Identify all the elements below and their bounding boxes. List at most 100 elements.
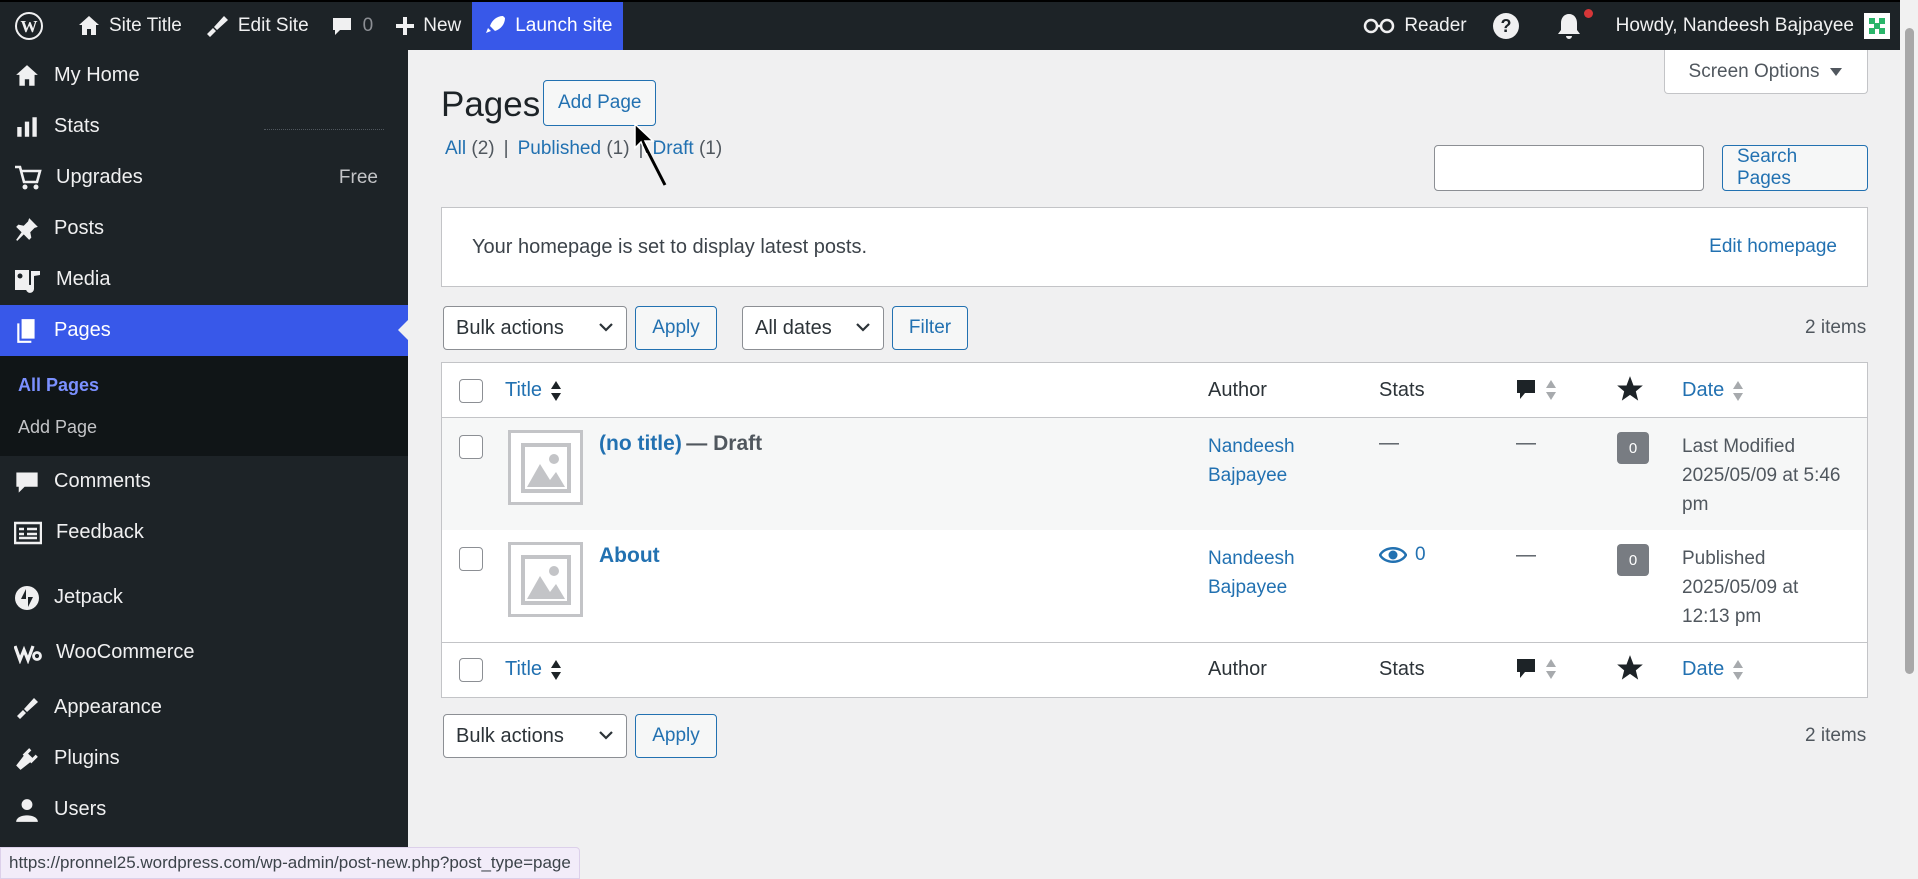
author-link[interactable]: Nandeesh Bajpayee bbox=[1208, 548, 1295, 598]
filter-button[interactable]: Filter bbox=[892, 306, 968, 350]
pages-table: Title Author Stats Date (no title) — Dra… bbox=[441, 362, 1868, 698]
cart-icon bbox=[15, 165, 42, 189]
sidebar-item-stats[interactable]: Stats bbox=[0, 101, 408, 152]
page-title-link[interactable]: About bbox=[599, 544, 660, 567]
launch-site-label: Launch site bbox=[515, 15, 613, 36]
sort-arrows-icon bbox=[551, 659, 562, 680]
column-comments-footer[interactable] bbox=[1515, 657, 1557, 681]
column-date-header[interactable]: Date bbox=[1682, 379, 1744, 402]
column-title-header[interactable]: Title bbox=[505, 379, 562, 402]
author-cell: Nandeesh Bajpayee bbox=[1208, 432, 1295, 490]
edit-site-label: Edit Site bbox=[237, 15, 309, 36]
notifications-button[interactable] bbox=[1542, 2, 1604, 50]
new-content-button[interactable]: New bbox=[384, 2, 472, 50]
apply-button-top[interactable]: Apply bbox=[635, 306, 717, 350]
page-scrollbar[interactable] bbox=[1900, 0, 1918, 879]
page-state: — Draft bbox=[686, 432, 763, 455]
stats-sparkline bbox=[264, 129, 384, 130]
row-checkbox[interactable] bbox=[459, 547, 483, 571]
filter-published[interactable]: Published (1) bbox=[518, 138, 630, 160]
sidebar-item-posts[interactable]: Posts bbox=[0, 203, 408, 254]
column-comments-header[interactable] bbox=[1515, 378, 1557, 402]
sidebar-item-label: Comments bbox=[54, 470, 151, 492]
sidebar-item-label: My Home bbox=[54, 64, 140, 86]
site-title-label: Site Title bbox=[109, 15, 182, 36]
edit-site-link[interactable]: Edit Site bbox=[193, 2, 320, 50]
sidebar-item-pages[interactable]: Pages bbox=[0, 305, 408, 356]
sidebar-item-label: Jetpack bbox=[54, 586, 123, 608]
page-thumbnail bbox=[508, 542, 583, 617]
table-header: Title Author Stats Date bbox=[442, 363, 1867, 418]
all-dates-select[interactable]: All dates bbox=[742, 306, 884, 350]
apply-button-bottom[interactable]: Apply bbox=[635, 714, 717, 758]
page-title: Pages bbox=[441, 85, 541, 124]
wordpress-logo-button[interactable]: W bbox=[0, 2, 66, 50]
sort-arrows-icon bbox=[1546, 659, 1556, 679]
page-thumbnail bbox=[508, 430, 583, 505]
filter-all-count: (2) bbox=[471, 138, 495, 159]
svg-text:W: W bbox=[21, 17, 38, 36]
date-value: 2025/05/09 at bbox=[1682, 577, 1799, 598]
page-title-link[interactable]: (no title) bbox=[599, 432, 682, 455]
site-title-link[interactable]: Site Title bbox=[66, 2, 193, 50]
filter-draft-count: (1) bbox=[698, 138, 723, 159]
search-pages-button[interactable]: Search Pages bbox=[1722, 145, 1868, 191]
my-account-link[interactable]: Howdy, Nandeesh Bajpayee bbox=[1604, 2, 1900, 50]
edit-homepage-link[interactable]: Edit homepage bbox=[1709, 236, 1837, 258]
sidebar-item-label: Appearance bbox=[54, 696, 162, 718]
sidebar-item-feedback[interactable]: Feedback bbox=[0, 507, 408, 558]
author-first-name: Nandeesh bbox=[1208, 548, 1295, 569]
comment-count-badge[interactable]: 0 bbox=[1617, 432, 1649, 464]
sidebar-item-woocommerce[interactable]: WooCommerce bbox=[0, 627, 408, 678]
column-title-label: Title bbox=[505, 658, 543, 680]
help-button[interactable]: ? bbox=[1478, 2, 1542, 50]
stats-cell[interactable]: 0 bbox=[1379, 544, 1426, 566]
filter-all[interactable]: All (2) bbox=[445, 138, 495, 160]
sidebar-item-appearance[interactable]: Appearance bbox=[0, 682, 408, 733]
submenu-add-page[interactable]: Add Page bbox=[0, 406, 408, 448]
homepage-notice: Your homepage is set to display latest p… bbox=[441, 207, 1868, 287]
chevron-down-icon bbox=[599, 731, 613, 740]
mouse-pointer-icon bbox=[634, 122, 667, 186]
sidebar-item-label: WooCommerce bbox=[56, 641, 195, 663]
launch-site-button[interactable]: Launch site bbox=[472, 2, 624, 50]
pages-icon bbox=[17, 318, 35, 343]
page-title-cell: (no title) — Draft bbox=[599, 432, 762, 456]
notification-dot bbox=[1583, 9, 1593, 18]
comment-count-badge[interactable]: 0 bbox=[1617, 544, 1649, 576]
bulk-actions-select-bottom[interactable]: Bulk actions bbox=[443, 714, 627, 758]
select-all-checkbox[interactable] bbox=[459, 379, 483, 403]
items-count-bottom: 2 items bbox=[1805, 725, 1867, 746]
sidebar-item-plugins[interactable]: Plugins bbox=[0, 733, 408, 784]
avatar bbox=[1864, 13, 1890, 39]
row-checkbox[interactable] bbox=[459, 435, 483, 459]
pages-submenu: All Pages Add Page bbox=[0, 356, 408, 456]
sidebar-item-upgrades[interactable]: Upgrades Free bbox=[0, 152, 408, 203]
sidebar-item-comments[interactable]: Comments bbox=[0, 456, 408, 507]
sidebar-item-label: Pages bbox=[54, 319, 111, 341]
column-likes-header bbox=[1616, 375, 1644, 403]
select-all-checkbox-footer[interactable] bbox=[459, 658, 483, 682]
comments-link[interactable]: 0 bbox=[320, 2, 385, 50]
sidebar-item-jetpack[interactable]: Jetpack bbox=[0, 572, 408, 623]
comment-icon bbox=[16, 472, 38, 493]
jetpack-icon bbox=[15, 585, 39, 610]
search-pages-input[interactable] bbox=[1434, 145, 1704, 191]
bell-wrapper bbox=[1556, 9, 1593, 40]
column-date-label: Date bbox=[1682, 379, 1725, 401]
status-url: https://pronnel25.wordpress.com/wp-admin… bbox=[9, 853, 571, 872]
add-page-button[interactable]: Add Page bbox=[543, 80, 657, 126]
column-title-footer[interactable]: Title bbox=[505, 658, 562, 681]
bulk-actions-select-top[interactable]: Bulk actions bbox=[443, 306, 627, 350]
sidebar-item-users[interactable]: Users bbox=[0, 784, 408, 835]
author-link[interactable]: Nandeesh Bajpayee bbox=[1208, 436, 1295, 486]
screen-options-button[interactable]: Screen Options bbox=[1664, 50, 1868, 94]
sidebar-item-my-home[interactable]: My Home bbox=[0, 50, 408, 101]
scrollbar-thumb[interactable] bbox=[1905, 28, 1914, 674]
sidebar-item-media[interactable]: Media bbox=[0, 254, 408, 305]
reader-link[interactable]: Reader bbox=[1351, 2, 1477, 50]
admin-bar: W Site Title Edit Site 0 New Launch site… bbox=[0, 0, 1900, 50]
submenu-all-pages[interactable]: All Pages bbox=[0, 364, 408, 406]
column-date-footer[interactable]: Date bbox=[1682, 658, 1744, 681]
items-count-top: 2 items bbox=[1805, 317, 1867, 338]
